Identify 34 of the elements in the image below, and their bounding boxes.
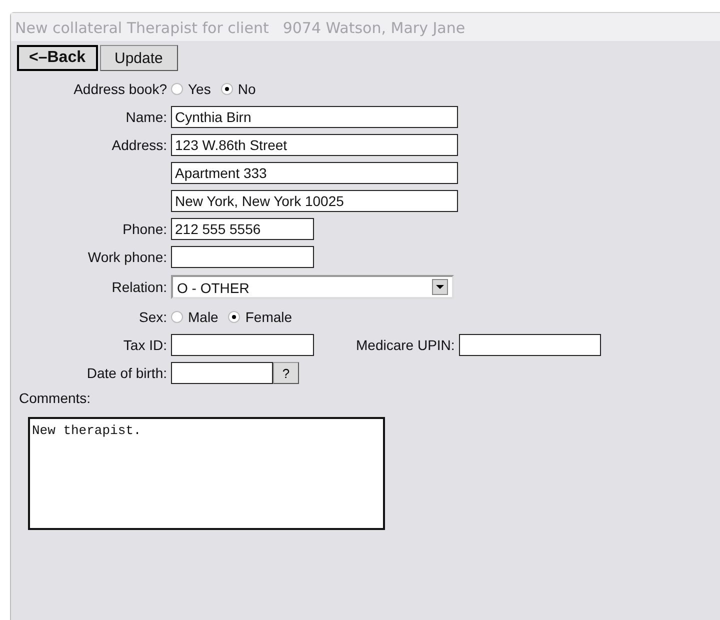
medicare-upin-field[interactable] [458,334,601,356]
field-label: Address: [110,136,167,155]
toolbar-button[interactable]: Update [100,45,178,71]
radio-button[interactable] [220,83,233,95]
tax-id-field[interactable] [171,334,314,356]
address-field[interactable]: 123 W.86th Street [171,134,458,156]
field-label: Relation: [110,278,167,297]
field-label: Sex: [138,308,167,327]
radio-button[interactable] [171,311,183,323]
address-field[interactable]: Apartment 333 [171,162,458,184]
radio-label: Female [245,309,292,325]
radio-label: Male [188,309,218,325]
field-label: Medicare UPIN: [356,337,455,353]
radio-button[interactable] [171,83,183,95]
window-title: New collateral Therapist for client 9074 Watson, Mary Jane [11,13,720,41]
name-field[interactable]: Cynthia Birn [171,106,458,128]
field-label: Work phone: [86,248,167,267]
work-phone-field[interactable] [171,246,314,268]
field-label: Phone: [122,220,167,239]
relation-dropdown[interactable]: O - OTHER [171,275,454,299]
field-label: Address book? [72,80,167,99]
radio-button[interactable] [228,311,240,323]
field-label: Date of birth: [86,364,167,383]
radio-label: Yes [188,81,211,97]
toolbar-button[interactable]: <–Back [17,45,98,71]
field-label: Name: [124,108,167,127]
comments-label: Comments: [18,389,92,407]
comments-field[interactable]: New therapist. [28,417,385,530]
date-picker-button[interactable]: ? [273,362,299,384]
date-field[interactable] [171,362,273,384]
field-label: Tax ID: [122,336,167,355]
phone-field[interactable]: 212 555 5556 [171,218,314,240]
radio-label: No [238,81,256,97]
address-field[interactable]: New York, New York 10025 [171,190,458,212]
